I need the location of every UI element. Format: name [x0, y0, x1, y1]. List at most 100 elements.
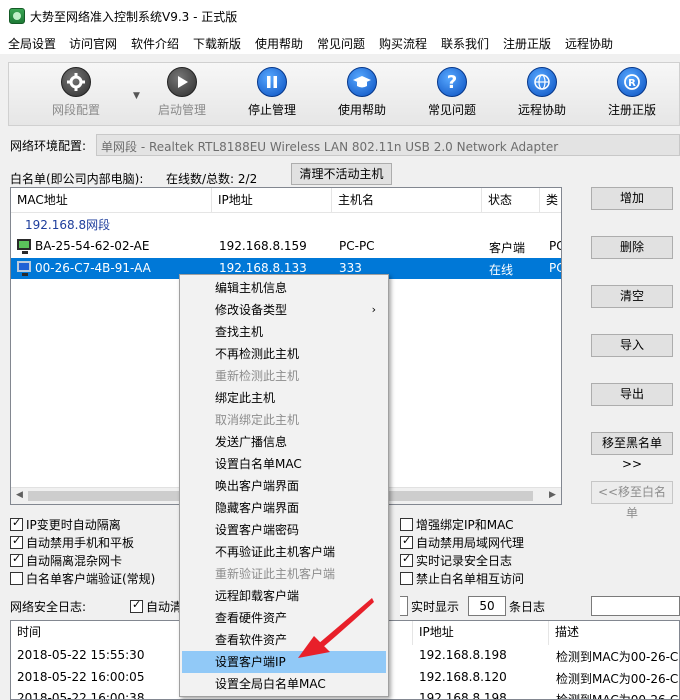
checkbox-box[interactable]: [400, 552, 413, 567]
scroll-left-icon[interactable]: ◀: [16, 490, 23, 500]
checkbox-whitelist-client-verify[interactable]: 白名单客户端验证(常规): [10, 570, 155, 587]
faq-button[interactable]: ? 常见问题: [409, 63, 495, 125]
checkbox-box[interactable]: [400, 518, 413, 531]
svg-text:R: R: [628, 78, 636, 89]
checkbox-box[interactable]: [10, 534, 23, 549]
menu-purchase[interactable]: 购买流程: [379, 35, 427, 52]
help-button[interactable]: 使用帮助: [319, 63, 405, 125]
menu-official-site[interactable]: 访问官网: [69, 35, 117, 52]
online-count: 在线数/总数: 2/2: [166, 172, 258, 186]
menu-show-client-ui[interactable]: 唤出客户端界面: [182, 475, 386, 497]
checkbox-label: 自动禁用局域网代理: [416, 536, 525, 550]
column-hostname[interactable]: 主机名: [332, 188, 482, 213]
menu-send-broadcast[interactable]: 发送广播信息: [182, 431, 386, 453]
annotation-arrow-icon: [298, 598, 374, 658]
network-config-button[interactable]: 网段配置: [33, 63, 119, 125]
log-search-input[interactable]: [591, 596, 680, 616]
checkbox-enhanced-ip-mac-binding[interactable]: 增强绑定IP和MAC: [400, 516, 514, 533]
clear-inactive-hosts-button[interactable]: 清理不活动主机: [291, 163, 392, 185]
checkbox-auto-clear[interactable]: 自动清: [130, 598, 182, 615]
menu-reverify-client[interactable]: 重新验证此主机客户端: [182, 563, 386, 585]
cell-status: 客户端: [489, 241, 526, 255]
menu-set-client-password[interactable]: 设置客户端密码: [182, 519, 386, 541]
window-title: 大势至网络准入控制系统V9.3 - 正式版: [30, 10, 238, 24]
start-management-label: 启动管理: [157, 103, 206, 117]
export-button[interactable]: 导出: [591, 383, 673, 406]
column-type[interactable]: 类: [540, 188, 561, 213]
menu-software-intro[interactable]: 软件介绍: [131, 35, 179, 52]
checkbox-box[interactable]: [10, 516, 23, 531]
network-adapter-select[interactable]: 单网段 - Realtek RTL8188EU Wireless LAN 802…: [96, 134, 680, 156]
checkbox-block-whitelist-mutual[interactable]: 禁止白名单相互访问: [400, 570, 524, 587]
checkbox-disable-mobile[interactable]: 自动禁用手机和平板: [10, 534, 134, 551]
menu-register[interactable]: 注册正版: [503, 35, 551, 52]
cell-time: 2018-05-22 16:00:05: [17, 670, 145, 684]
network-config-label: 网络环境配置:: [10, 139, 87, 153]
checkbox-label: IP变更时自动隔离: [26, 518, 121, 532]
menu-remote-assist[interactable]: 远程协助: [565, 35, 613, 52]
cell-description: 检测到MAC为00-26-C: [556, 693, 679, 700]
menu-global-settings[interactable]: 全局设置: [8, 35, 56, 52]
chevron-right-icon: ›: [371, 303, 376, 316]
menu-find-host[interactable]: 查找主机: [182, 321, 386, 343]
stop-management-button[interactable]: 停止管理: [229, 63, 315, 125]
column-description[interactable]: 描述: [549, 621, 679, 645]
checkbox-box[interactable]: [130, 598, 143, 613]
cell-ip: 192.168.8.198: [419, 691, 507, 700]
checkbox-disable-lan-proxy[interactable]: 自动禁用局域网代理: [400, 534, 524, 551]
checkbox-box[interactable]: [10, 572, 23, 585]
menu-stop-verify-client[interactable]: 不再验证此主机客户端: [182, 541, 386, 563]
column-mac[interactable]: MAC地址: [11, 188, 212, 213]
menu-bind-host[interactable]: 绑定此主机: [182, 387, 386, 409]
stop-management-label: 停止管理: [247, 103, 296, 117]
checkbox-realtime-log[interactable]: 实时记录安全日志: [400, 552, 512, 569]
cell-ip: 192.168.8.198: [419, 648, 507, 662]
checkbox-label: 实时记录安全日志: [416, 554, 513, 568]
menu-stop-detect-host[interactable]: 不再检测此主机: [182, 343, 386, 365]
scroll-right-icon[interactable]: ▶: [549, 490, 556, 500]
security-log-label: 网络安全日志:: [10, 600, 87, 614]
whitelist-header: MAC地址 IP地址 主机名 状态 类: [11, 188, 561, 213]
add-button[interactable]: 增加: [591, 187, 673, 210]
checkbox-box[interactable]: [400, 572, 413, 585]
cell-time: 2018-05-22 15:55:30: [17, 648, 145, 662]
delete-button[interactable]: 删除: [591, 236, 673, 259]
menu-contact[interactable]: 联系我们: [441, 35, 489, 52]
menu-edit-host-info[interactable]: 编辑主机信息: [182, 277, 386, 299]
cell-hostname: 333: [339, 261, 362, 275]
checkbox-box[interactable]: [400, 534, 413, 549]
remote-assist-button[interactable]: 远程协助: [499, 63, 585, 125]
clear-button[interactable]: 清空: [591, 285, 673, 308]
column-ip[interactable]: IP地址: [413, 621, 549, 645]
app-icon: [9, 8, 25, 24]
menu-faq[interactable]: 常见问题: [317, 35, 365, 52]
menu-help[interactable]: 使用帮助: [255, 35, 303, 52]
cell-mac: BA-25-54-62-02-AE: [35, 239, 150, 253]
computer-icon: [17, 261, 31, 276]
faq-label: 常见问题: [427, 103, 476, 117]
menu-unbind-host[interactable]: 取消绑定此主机: [182, 409, 386, 431]
log-count-input[interactable]: 50: [468, 596, 506, 616]
move-to-whitelist-button[interactable]: <<移至白名单: [591, 481, 673, 520]
menu-download[interactable]: 下载新版: [193, 35, 241, 52]
import-button[interactable]: 导入: [591, 334, 673, 357]
log-interval-input[interactable]: [400, 596, 408, 616]
menu-set-global-whitelist-mac[interactable]: 设置全局白名单MAC: [182, 673, 386, 695]
column-status[interactable]: 状态: [482, 188, 540, 213]
move-to-blacklist-button[interactable]: 移至黑名单>>: [591, 432, 673, 471]
menu-redetect-host[interactable]: 重新检测此主机: [182, 365, 386, 387]
table-row[interactable]: BA-25-54-62-02-AE 192.168.8.159 PC-PC 客户…: [11, 236, 561, 257]
menu-set-whitelist-mac[interactable]: 设置白名单MAC: [182, 453, 386, 475]
help-label: 使用帮助: [337, 103, 386, 117]
checkbox-ip-change-isolate[interactable]: IP变更时自动隔离: [10, 516, 121, 533]
column-ip[interactable]: IP地址: [212, 188, 332, 213]
register-button[interactable]: R 注册正版: [589, 63, 675, 125]
menu-hide-client-ui[interactable]: 隐藏客户端界面: [182, 497, 386, 519]
start-management-button[interactable]: 启动管理: [139, 63, 225, 125]
title-bar: 大势至网络准入控制系统V9.3 - 正式版: [0, 0, 680, 32]
cell-status: 在线: [489, 263, 514, 277]
menu-change-device-type[interactable]: 修改设备类型 ›: [182, 299, 386, 321]
checkbox-isolate-promiscuous[interactable]: 自动隔离混杂网卡: [10, 552, 122, 569]
checkbox-box[interactable]: [10, 552, 23, 567]
registered-icon: R: [617, 67, 647, 97]
